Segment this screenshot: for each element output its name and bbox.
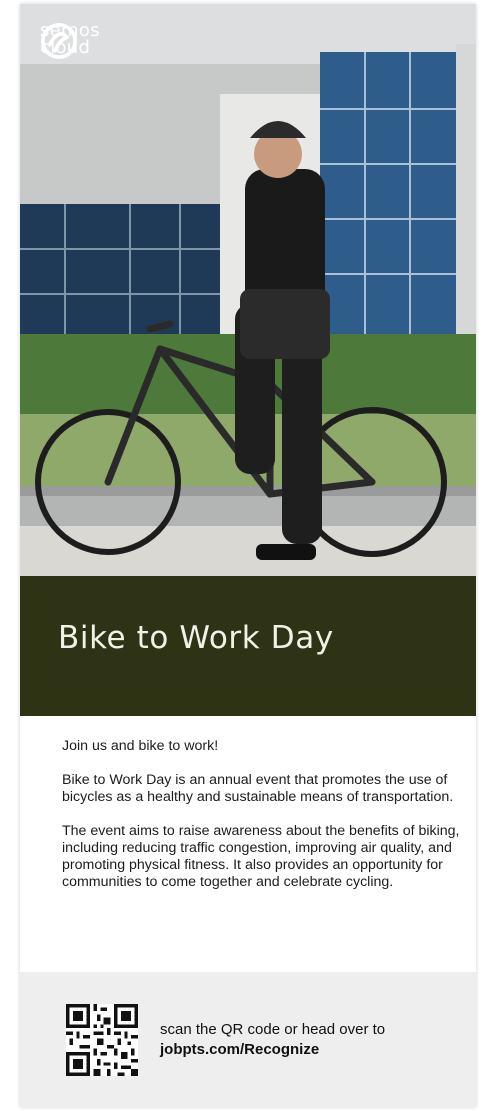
cta-text: scan the QR code or head over to jobpts.…: [160, 1020, 385, 1060]
event-description: Join us and bike to work! Bike to Work D…: [62, 738, 462, 908]
cta-instruction: scan the QR code or head over to: [160, 1021, 386, 1038]
cta-link[interactable]: jobpts.com/Recognize: [160, 1040, 385, 1060]
intro-text: Join us and bike to work!: [62, 738, 219, 754]
title-banner: Bike to Work Day: [20, 576, 476, 716]
event-title: Bike to Work Day: [58, 620, 334, 656]
poster-card: semos cloud Bike to Work Day Join us and…: [20, 4, 476, 1107]
semos-logo-icon: [40, 22, 78, 60]
footer: scan the QR code or head over to jobpts.…: [20, 972, 476, 1107]
paragraph-1: Bike to Work Day is an annual event that…: [62, 772, 454, 805]
hero-photo: semos cloud: [20, 4, 476, 576]
hero-illustration: [20, 4, 476, 576]
brand-logo: semos cloud: [40, 22, 120, 60]
paragraph-2: The event aims to raise awareness about …: [62, 823, 460, 890]
qr-code-icon[interactable]: [66, 1004, 138, 1076]
